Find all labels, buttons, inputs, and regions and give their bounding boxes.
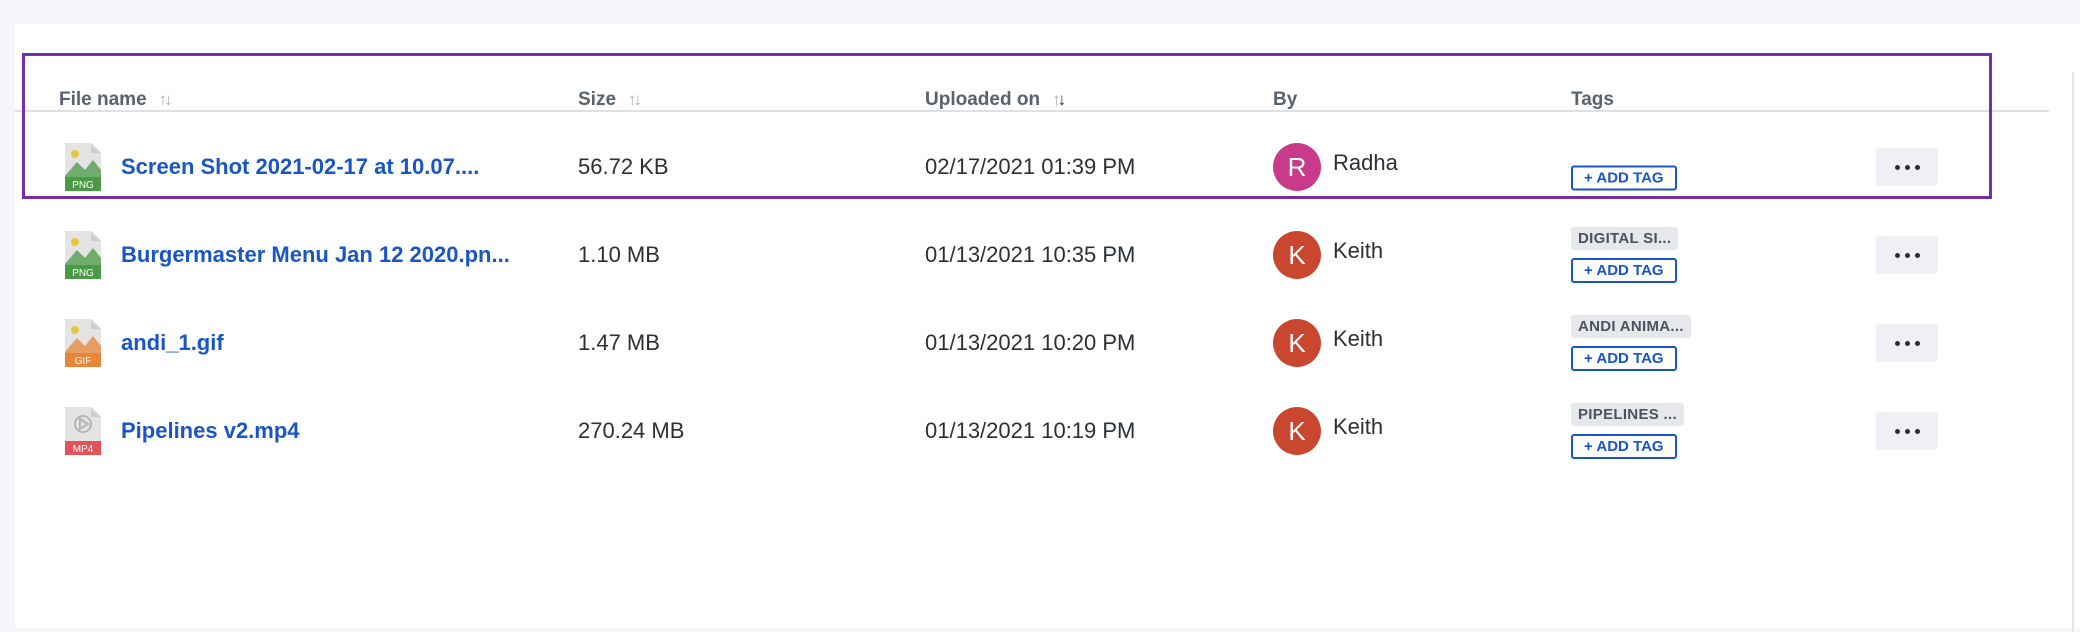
file-size: 56.72 KB (578, 154, 669, 179)
table-row[interactable]: PNG Screen Shot 2021-02-17 at 10.07.... 56… (15, 123, 2049, 211)
more-dot-icon (1914, 252, 1920, 258)
table-row[interactable]: PNG Burgermaster Menu Jan 12 2020.pn... 1.… (15, 211, 2049, 299)
uploader-cell: K Keith (1273, 223, 1383, 279)
uploader-cell: R Radha (1273, 135, 1398, 191)
add-tag-button[interactable]: + ADD TAG (1571, 165, 1677, 191)
sort-down-arrow: ↓ (1057, 90, 1066, 109)
tag-chip[interactable]: PIPELINES ... (1571, 403, 1684, 426)
more-dot-icon (1904, 252, 1910, 258)
add-tag-button[interactable]: + ADD TAG (1571, 258, 1677, 283)
file-name-link[interactable]: Pipelines v2.mp4 (121, 418, 300, 444)
avatar: K (1273, 319, 1321, 367)
upload-date: 01/13/2021 10:19 PM (925, 418, 1136, 443)
more-dot-icon (1904, 164, 1910, 170)
svg-text:GIF: GIF (75, 356, 92, 367)
tags-cell: PIPELINES ... + ADD TAG (1571, 403, 1684, 459)
avatar: K (1273, 407, 1321, 455)
uploader-cell: K Keith (1273, 399, 1383, 455)
png-image-icon: PNG (63, 230, 103, 280)
file-name-link[interactable]: Screen Shot 2021-02-17 at 10.07.... (121, 154, 479, 180)
uploader-name: Keith (1333, 238, 1384, 263)
sort-arrows-icon[interactable]: ↑↓ (628, 90, 642, 110)
avatar: R (1273, 143, 1321, 191)
uploader-cell: K Keith (1273, 311, 1383, 367)
file-name-cell: GIF andi_1.gif (63, 318, 224, 368)
file-size: 1.47 MB (578, 330, 660, 355)
more-dot-icon (1914, 340, 1920, 346)
more-actions-button[interactable] (1876, 236, 1938, 274)
sort-descending-icon[interactable]: ↑↓ (1052, 90, 1066, 110)
more-dot-icon (1894, 164, 1900, 170)
tag-chip[interactable]: ANDI ANIMA... (1571, 315, 1691, 338)
panel-divider (2072, 72, 2074, 632)
uploader-name: Radha (1333, 150, 1398, 175)
column-header-file-name[interactable]: File name ↑↓ (59, 89, 173, 111)
file-name-link[interactable]: andi_1.gif (121, 330, 224, 356)
svg-text:MP4: MP4 (73, 444, 94, 455)
file-name-cell: MP4 Pipelines v2.mp4 (63, 406, 300, 456)
table-header: File name ↑↓ Size ↑↓ Uploaded on ↑↓ By T… (15, 68, 2049, 112)
file-size: 270.24 MB (578, 418, 685, 443)
add-tag-button[interactable]: + ADD TAG (1571, 434, 1677, 459)
file-name-cell: PNG Burgermaster Menu Jan 12 2020.pn... (63, 230, 510, 280)
column-label: By (1273, 89, 1298, 110)
more-dot-icon (1894, 428, 1900, 434)
more-dot-icon (1914, 164, 1920, 170)
more-actions-button[interactable] (1876, 324, 1938, 362)
svg-text:PNG: PNG (72, 268, 94, 279)
mp4-video-icon: MP4 (63, 406, 103, 456)
file-name-cell: PNG Screen Shot 2021-02-17 at 10.07.... (63, 142, 479, 192)
add-tag-button[interactable]: + ADD TAG (1571, 346, 1677, 371)
avatar: K (1273, 231, 1321, 279)
column-header-size[interactable]: Size ↑↓ (578, 89, 642, 111)
tags-cell: ANDI ANIMA... + ADD TAG (1571, 315, 1691, 371)
more-dot-icon (1914, 428, 1920, 434)
column-label: File name (59, 89, 147, 110)
more-dot-icon (1904, 428, 1910, 434)
tags-cell: DIGITAL SI... + ADD TAG (1571, 227, 1679, 283)
sort-arrows-icon[interactable]: ↑↓ (159, 90, 173, 110)
more-dot-icon (1894, 340, 1900, 346)
more-dot-icon (1904, 340, 1910, 346)
uploader-name: Keith (1333, 414, 1384, 439)
tags-cell: + ADD TAG (1571, 165, 1677, 191)
more-actions-button[interactable] (1876, 148, 1938, 186)
table-row[interactable]: GIF andi_1.gif 1.47 MB 01/13/2021 10:20 PM K… (15, 299, 2049, 387)
column-label: Uploaded on (925, 89, 1041, 110)
column-header-by: By (1273, 89, 1297, 111)
upload-date: 02/17/2021 01:39 PM (925, 154, 1136, 179)
more-dot-icon (1894, 252, 1900, 258)
column-label: Tags (1571, 89, 1614, 110)
tag-chip[interactable]: DIGITAL SI... (1571, 227, 1679, 250)
column-label: Size (578, 89, 617, 110)
svg-text:PNG: PNG (72, 180, 94, 191)
column-header-tags: Tags (1571, 89, 1614, 111)
upload-date: 01/13/2021 10:35 PM (925, 242, 1136, 267)
column-header-uploaded-on[interactable]: Uploaded on ↑↓ (925, 89, 1066, 111)
more-actions-button[interactable] (1876, 412, 1938, 450)
gif-image-icon: GIF (63, 318, 103, 368)
file-size: 1.10 MB (578, 242, 660, 267)
file-name-link[interactable]: Burgermaster Menu Jan 12 2020.pn... (121, 242, 510, 268)
uploader-name: Keith (1333, 326, 1384, 351)
table-row[interactable]: MP4 Pipelines v2.mp4 270.24 MB 01/13/2021 1… (15, 387, 2049, 475)
upload-date: 01/13/2021 10:20 PM (925, 330, 1136, 355)
file-list-panel: File name ↑↓ Size ↑↓ Uploaded on ↑↓ By T… (15, 24, 2080, 632)
png-image-icon: PNG (63, 142, 103, 192)
